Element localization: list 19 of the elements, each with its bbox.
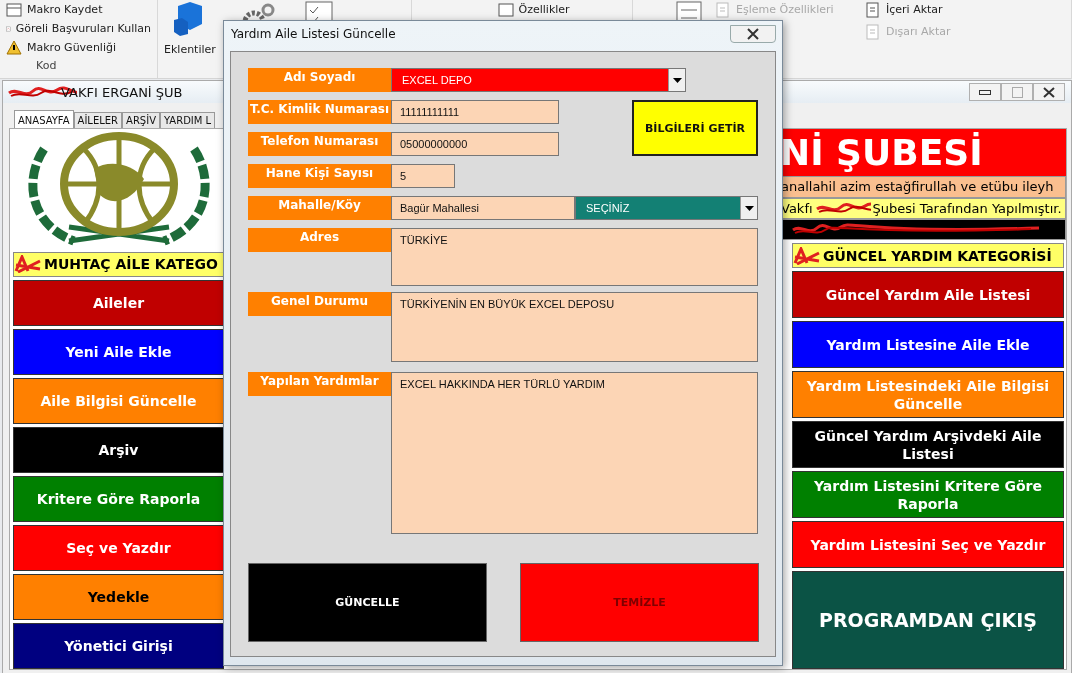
banner-title: Nİ ŞUBESİ <box>780 132 983 174</box>
field-label: Genel Durumu <box>248 292 391 316</box>
dialog-title: Yardım Aile Listesi Güncelle <box>231 27 396 41</box>
field-label: Yapılan Yardımlar <box>248 372 391 396</box>
ribbon-command: Eşleme Özellikleri <box>736 3 834 16</box>
field-label: Mahalle/Köy <box>248 196 391 220</box>
credit-text: Vakfı <box>781 200 813 216</box>
window-title: VAKFI ERGANİ ŞUB <box>61 84 183 100</box>
credit-text: Şubesi Tarafından Yapılmıştır. <box>872 200 1062 216</box>
field-label: T.C. Kimlik Numarası <box>248 100 391 124</box>
group-caption: Kod <box>36 59 58 72</box>
field-label: Telefon Numarası <box>248 132 391 156</box>
category-header: MUHTAÇ AİLE KATEGO <box>44 256 218 273</box>
category-header: GÜNCEL YARDIM KATEGORİSİ <box>823 247 1052 264</box>
field-label: Adı Soyadı <box>248 68 391 92</box>
field-label: Hane Kişi Sayısı <box>248 164 391 188</box>
motto-text: anallahil azim estağfirullah ve etübu ileyh <box>781 179 1054 195</box>
ribbon-command: Dışarı Aktar <box>886 25 951 38</box>
field-label: Adres <box>248 228 391 252</box>
